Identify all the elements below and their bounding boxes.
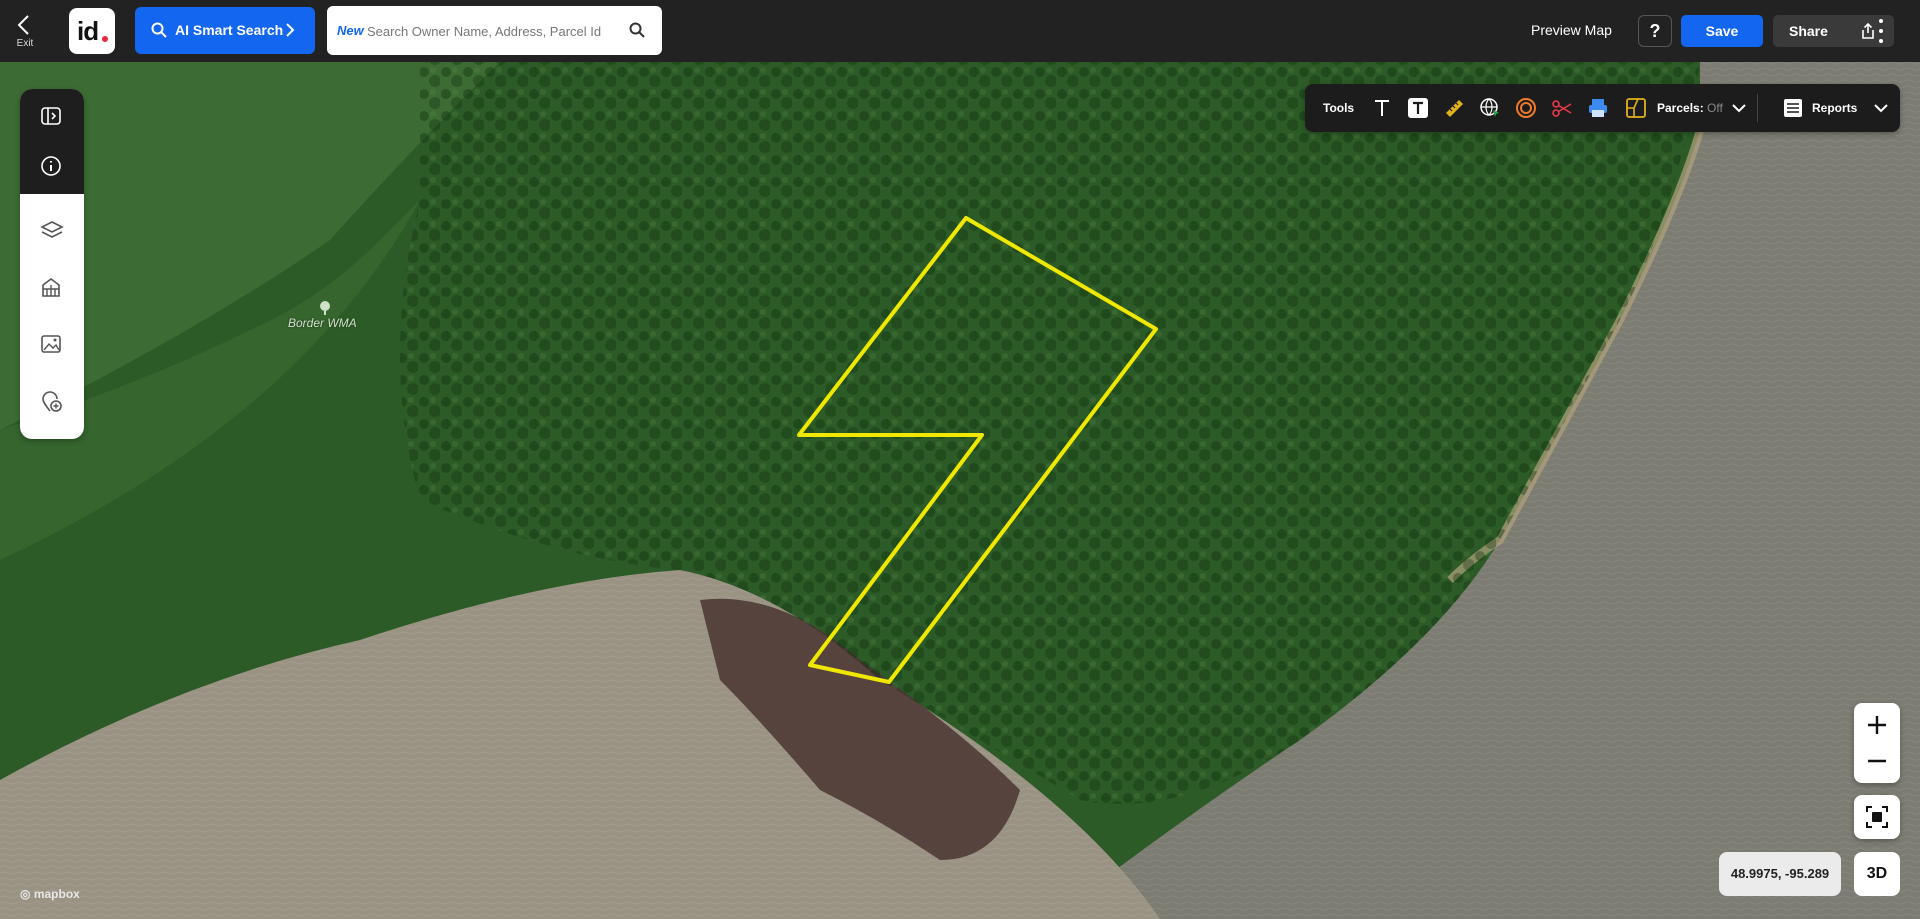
search-icon xyxy=(151,22,167,38)
info-icon xyxy=(41,156,61,176)
toolbar-divider xyxy=(1757,94,1758,122)
radius-tool-button[interactable] xyxy=(1513,95,1539,121)
exit-label: Exit xyxy=(16,38,34,49)
collapse-panel-button[interactable] xyxy=(20,89,84,145)
reports-icon-button[interactable] xyxy=(1780,95,1806,121)
parcels-toggle-button[interactable] xyxy=(1623,95,1649,121)
reports-icon xyxy=(1784,99,1802,117)
plus-icon xyxy=(1868,716,1886,734)
chevron-down-icon xyxy=(1732,104,1746,113)
new-tag: New xyxy=(337,23,364,38)
print-tool-button[interactable] xyxy=(1585,95,1611,121)
share-label: Share xyxy=(1789,23,1828,39)
layers-button[interactable] xyxy=(20,203,84,259)
imagery-button[interactable] xyxy=(20,317,84,373)
zoom-out-button[interactable] xyxy=(1854,743,1900,783)
parcels-label-text: Parcels: xyxy=(1657,101,1704,115)
minus-icon xyxy=(1868,759,1886,763)
zoom-in-button[interactable] xyxy=(1854,703,1900,743)
more-menu-icon[interactable] xyxy=(1876,19,1886,43)
search-box: New xyxy=(327,6,662,55)
image-icon xyxy=(41,335,61,353)
parcels-dropdown-button[interactable] xyxy=(1726,95,1752,121)
help-button[interactable]: ? xyxy=(1638,15,1672,47)
info-button[interactable] xyxy=(20,139,84,195)
globe-icon xyxy=(1480,98,1499,117)
globe-tool-button[interactable] xyxy=(1477,95,1503,121)
text-icon xyxy=(1375,100,1389,116)
parcels-label[interactable]: Parcels: Off xyxy=(1657,101,1723,115)
buildings-icon xyxy=(42,278,60,297)
map-pin-add-icon xyxy=(42,391,62,412)
chevron-right-icon xyxy=(286,23,295,37)
tools-label: Tools xyxy=(1323,101,1355,115)
mapbox-attribution[interactable]: ◎ mapbox xyxy=(20,887,80,901)
top-bar: Exit id AI Smart Search New Preview Map … xyxy=(0,0,1920,62)
map-canvas[interactable]: Border WMA ◎ mapbox xyxy=(0,62,1920,919)
coordinates-display: 48.9975, -95.289 xyxy=(1719,852,1841,896)
preview-map-button[interactable]: Preview Map xyxy=(1531,22,1612,38)
text-box-icon xyxy=(1408,98,1428,118)
satellite-imagery xyxy=(0,62,1920,919)
layers-icon xyxy=(40,221,64,238)
logo-dot xyxy=(102,36,108,42)
mapbox-icon: ◎ xyxy=(20,887,34,901)
reports-label[interactable]: Reports xyxy=(1812,101,1857,115)
left-toolbar xyxy=(20,89,84,439)
printer-icon xyxy=(1589,99,1607,117)
ai-smart-search-button[interactable]: AI Smart Search xyxy=(135,7,315,54)
add-place-button[interactable] xyxy=(20,374,84,430)
share-icon xyxy=(1862,23,1874,39)
exit-button[interactable]: Exit xyxy=(0,0,50,62)
reports-dropdown-button[interactable] xyxy=(1868,95,1894,121)
buildings-button[interactable] xyxy=(20,260,84,316)
tools-panel: Tools Parcels: Off Reports xyxy=(1305,84,1900,132)
ruler-tool-button[interactable] xyxy=(1441,95,1467,121)
scissors-icon xyxy=(1552,100,1572,117)
text-box-tool-button[interactable] xyxy=(1405,95,1431,121)
text-tool-button[interactable] xyxy=(1369,95,1395,121)
save-button[interactable]: Save xyxy=(1681,15,1763,47)
zoom-controls xyxy=(1854,703,1900,783)
mapbox-attribution-text: mapbox xyxy=(33,887,80,901)
fit-bounds-button[interactable] xyxy=(1854,795,1900,839)
poi-label[interactable]: Border WMA xyxy=(288,316,357,330)
app-logo[interactable]: id xyxy=(69,8,115,54)
logo-text: id xyxy=(77,16,99,46)
target-icon xyxy=(1516,98,1536,118)
parcels-icon xyxy=(1626,98,1646,118)
scissors-tool-button[interactable] xyxy=(1549,95,1575,121)
chevron-left-icon xyxy=(17,15,29,35)
ai-smart-search-label: AI Smart Search xyxy=(175,22,284,38)
ruler-icon xyxy=(1446,100,1463,117)
park-icon xyxy=(320,301,330,315)
sidebar-toggle-icon xyxy=(41,107,61,125)
focus-frame-icon xyxy=(1866,806,1888,828)
search-icon[interactable] xyxy=(629,22,645,38)
3d-view-button[interactable]: 3D xyxy=(1854,852,1900,896)
search-input[interactable] xyxy=(367,19,617,43)
chevron-down-icon xyxy=(1874,104,1888,113)
parcels-state: Off xyxy=(1707,101,1723,115)
